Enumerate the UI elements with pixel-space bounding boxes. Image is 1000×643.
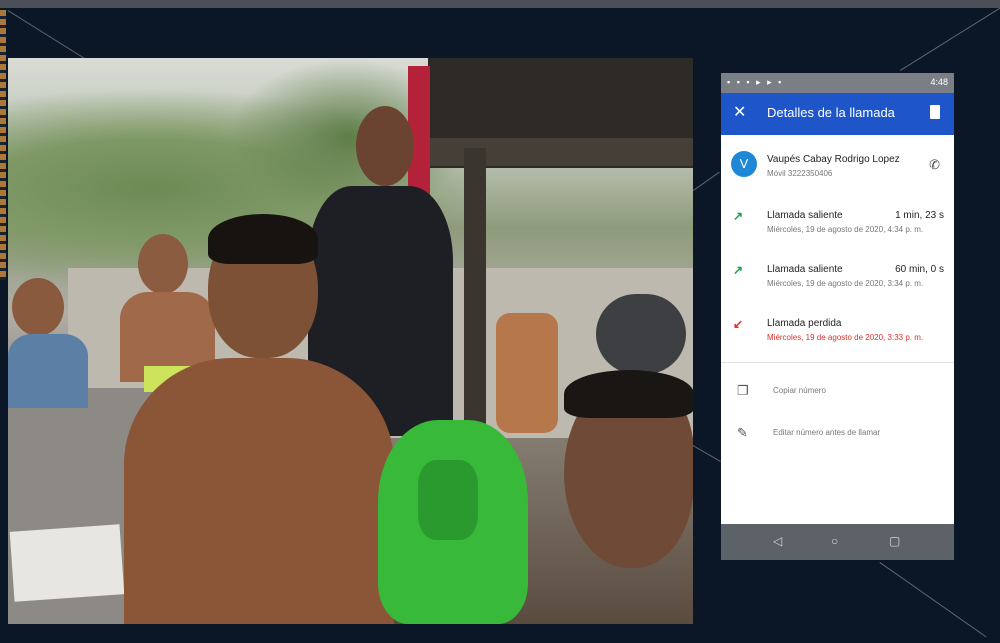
call-date: Miércoles, 19 de agosto de 2020, 3:33 p.… — [767, 333, 924, 342]
call-entry: ↗ Llamada saliente 1 min, 23 s Miércoles… — [721, 203, 954, 251]
call-entry: ↙ Llamada perdida Miércoles, 19 de agost… — [721, 311, 954, 359]
decorative-line — [879, 562, 987, 638]
status-icons: ▪ ▪ ▪ ▸ ▸ ▪ — [727, 77, 784, 87]
paper-sheet — [9, 524, 125, 602]
home-icon[interactable]: ○ — [831, 534, 838, 548]
call-date: Miércoles, 19 de agosto de 2020, 4:34 p.… — [767, 225, 924, 234]
android-nav-bar: ◁ ○ ▢ — [721, 524, 954, 560]
recents-icon[interactable]: ▢ — [889, 534, 900, 548]
contact-row: V Vaupés Cabay Rodrigo Lopez Móvil 32223… — [721, 143, 954, 193]
call-type: Llamada saliente — [767, 210, 843, 221]
outgoing-arrow-icon: ↗ — [733, 263, 744, 277]
outgoing-arrow-icon: ↗ — [733, 209, 744, 223]
status-bar: ▪ ▪ ▪ ▸ ▸ ▪ 4:48 — [721, 73, 954, 93]
call-duration: 1 min, 23 s — [895, 210, 944, 221]
copy-icon: ❐ — [737, 383, 749, 398]
jug — [496, 313, 558, 433]
app-bar: ✕ Detalles de la llamada — [721, 93, 954, 135]
group-photo — [8, 58, 693, 624]
decorative-line — [900, 6, 1000, 71]
edit-number-action[interactable]: ✎ Editar número antes de llamar — [721, 417, 954, 453]
call-entry: ↗ Llamada saliente 60 min, 0 s Miércoles… — [721, 257, 954, 305]
contact-number: Móvil 3222350406 — [767, 169, 833, 178]
status-time: 4:48 — [930, 77, 948, 87]
top-frame-bar — [0, 0, 1000, 8]
copy-number-action[interactable]: ❐ Copiar número — [721, 375, 954, 411]
seated-man — [124, 214, 394, 624]
trash-icon[interactable] — [930, 105, 940, 119]
child-person — [8, 278, 88, 408]
call-type: Llamada perdida — [767, 318, 842, 329]
edit-icon: ✎ — [737, 425, 748, 440]
phone-screenshot: ▪ ▪ ▪ ▸ ▸ ▪ 4:48 ✕ Detalles de la llamad… — [721, 73, 954, 560]
call-date: Miércoles, 19 de agosto de 2020, 3:34 p.… — [767, 279, 924, 288]
avatar: V — [731, 151, 757, 177]
phone-icon[interactable]: ✆ — [929, 157, 940, 173]
divider — [721, 362, 954, 363]
contact-name: Vaupés Cabay Rodrigo Lopez — [767, 154, 900, 165]
green-chair — [378, 420, 528, 624]
decorative-line — [693, 171, 720, 191]
call-duration: 60 min, 0 s — [895, 264, 944, 275]
page-title: Detalles de la llamada — [767, 105, 895, 120]
missed-call-icon: ↙ — [733, 317, 744, 331]
call-type: Llamada saliente — [767, 264, 843, 275]
bag — [596, 294, 686, 374]
close-icon[interactable]: ✕ — [733, 103, 746, 123]
woman-person — [556, 370, 693, 624]
decorative-line — [692, 445, 721, 462]
decorative-side-strip — [0, 10, 6, 280]
action-label: Copiar número — [773, 386, 826, 395]
decorative-line — [7, 10, 85, 59]
action-label: Editar número antes de llamar — [773, 428, 881, 437]
back-icon[interactable]: ◁ — [773, 534, 782, 548]
